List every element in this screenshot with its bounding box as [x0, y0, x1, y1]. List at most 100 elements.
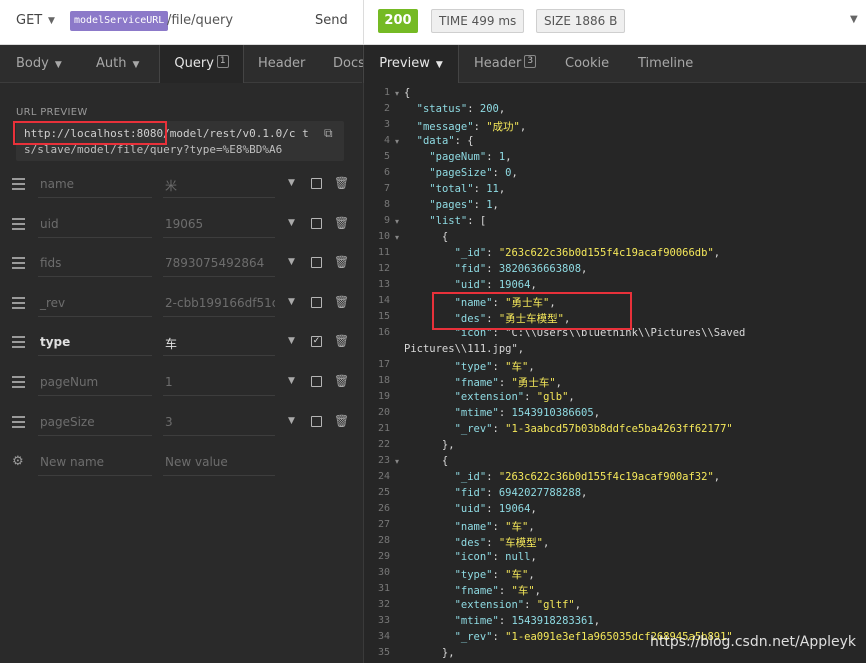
- drag-handle-icon[interactable]: [12, 178, 25, 190]
- chevron-down-icon[interactable]: ▼: [48, 16, 55, 26]
- param-name-input[interactable]: name: [40, 177, 74, 191]
- input-underline: [38, 315, 152, 317]
- line-number: 20: [377, 407, 390, 418]
- param-value-input[interactable]: 2-cbb199166df51c: [165, 296, 275, 310]
- env-variable-tag[interactable]: modelServiceURL: [70, 11, 169, 31]
- input-underline: [38, 236, 152, 238]
- param-name-input[interactable]: _rev: [40, 296, 65, 310]
- line-number: 15: [377, 311, 390, 322]
- top-bar: GET ▼ modelServiceURL /file/query Send 2…: [0, 0, 866, 45]
- enable-checkbox[interactable]: [311, 415, 322, 427]
- param-value-input[interactable]: 车: [165, 335, 275, 352]
- trash-icon[interactable]: 🗑: [334, 176, 349, 190]
- code-line: "type": "车",: [454, 361, 535, 373]
- param-name-input[interactable]: type: [40, 335, 70, 349]
- new-param-row: ⚙ New name New value: [0, 445, 362, 483]
- drag-handle-icon[interactable]: [12, 217, 25, 230]
- code-line: "fname": "勇士车",: [454, 377, 562, 389]
- chevron-down-icon[interactable]: ▼: [288, 218, 295, 228]
- code-line: "des": "车模型",: [454, 537, 550, 549]
- code-line: "fname": "车",: [454, 585, 541, 597]
- fold-toggle-icon[interactable]: ▾: [395, 233, 399, 242]
- code-line: Pictures\\111.jpg",: [404, 343, 525, 355]
- trash-icon[interactable]: 🗑: [334, 334, 349, 348]
- enable-checkbox[interactable]: [311, 217, 322, 229]
- tab-response-header[interactable]: Header 3: [474, 45, 537, 82]
- enable-checkbox[interactable]: [311, 376, 322, 387]
- param-value-input[interactable]: 米: [165, 177, 275, 194]
- drag-handle-icon[interactable]: [12, 257, 25, 270]
- tab-cookie[interactable]: Cookie: [565, 45, 609, 82]
- tab-auth[interactable]: Auth ▼: [96, 45, 139, 82]
- line-number: 3: [383, 119, 390, 130]
- param-name-input[interactable]: fids: [40, 256, 61, 270]
- input-underline: [38, 355, 152, 357]
- code-line: "total": 11,: [429, 183, 506, 195]
- enable-checkbox[interactable]: [311, 296, 322, 308]
- highlight-annotation: [13, 121, 167, 145]
- input-underline: [163, 395, 275, 396]
- drag-handle-icon[interactable]: [12, 415, 25, 428]
- line-number: 19: [377, 391, 390, 402]
- copy-icon[interactable]: ⧉: [324, 126, 333, 141]
- fold-toggle-icon[interactable]: ▾: [395, 137, 399, 146]
- line-number: 30: [377, 567, 390, 578]
- chevron-down-icon[interactable]: ▼: [288, 297, 295, 307]
- tab-preview[interactable]: Preview ▼: [363, 45, 459, 83]
- trash-icon[interactable]: 🗑: [334, 414, 349, 428]
- trash-icon[interactable]: 🗑: [334, 216, 349, 230]
- param-value-input[interactable]: 19065: [165, 217, 275, 231]
- input-underline: [38, 475, 152, 476]
- tab-header[interactable]: Header: [258, 45, 305, 82]
- enable-checkbox[interactable]: [311, 178, 322, 189]
- code-line: "_id": "263c622c36b0d155f4c19acaf90066db…: [454, 247, 721, 259]
- url-path[interactable]: /file/query: [167, 13, 233, 28]
- drag-handle-icon[interactable]: [12, 376, 25, 388]
- line-number: 10: [377, 231, 390, 242]
- input-underline: [163, 197, 275, 198]
- param-value-input[interactable]: 7893075492864: [165, 256, 275, 270]
- code-line: "list": [: [429, 215, 487, 227]
- chevron-down-icon[interactable]: ▼: [288, 376, 295, 386]
- param-value-input[interactable]: 3: [165, 415, 275, 429]
- param-name-input[interactable]: uid: [40, 217, 59, 231]
- query-param-row: _rev 2-cbb199166df51c ▼ 🗑: [0, 286, 362, 324]
- query-param-row: pageSize 3 ▼ 🗑: [0, 405, 362, 443]
- trash-icon[interactable]: 🗑: [334, 374, 349, 388]
- chevron-down-icon[interactable]: ▼: [288, 178, 295, 188]
- chevron-down-icon[interactable]: ▼: [288, 416, 295, 426]
- new-value-input[interactable]: New value: [165, 455, 275, 469]
- chevron-down-icon[interactable]: ▼: [288, 336, 295, 346]
- input-underline: [163, 315, 275, 317]
- chevron-down-icon[interactable]: ▼: [288, 257, 295, 267]
- code-line: {: [404, 231, 449, 243]
- drag-handle-icon[interactable]: [12, 296, 25, 309]
- divider: [363, 0, 364, 44]
- tab-timeline[interactable]: Timeline: [638, 45, 693, 82]
- line-number: 26: [377, 503, 390, 514]
- chevron-down-icon: ▼: [54, 60, 62, 70]
- new-name-input[interactable]: New name: [40, 455, 104, 469]
- tab-body[interactable]: Body ▼: [16, 45, 62, 82]
- param-value-input[interactable]: 1: [165, 375, 275, 389]
- enable-checkbox[interactable]: [311, 257, 322, 269]
- trash-icon[interactable]: 🗑: [334, 295, 349, 309]
- drag-handle-icon[interactable]: [12, 336, 25, 349]
- send-button[interactable]: Send: [315, 13, 348, 28]
- tab-docs[interactable]: Docs: [333, 45, 365, 82]
- chevron-down-icon[interactable]: ▼: [850, 14, 858, 25]
- method-selector[interactable]: GET: [16, 13, 42, 28]
- param-name-input[interactable]: pageSize: [40, 415, 95, 429]
- code-line: "uid": 19064,: [454, 503, 537, 515]
- line-number: 33: [377, 615, 390, 626]
- gear-icon[interactable]: ⚙: [12, 454, 24, 469]
- trash-icon[interactable]: 🗑: [334, 255, 349, 269]
- enable-checkbox[interactable]: ✓: [311, 336, 322, 348]
- tab-query[interactable]: Query 1: [159, 45, 244, 83]
- fold-toggle-icon[interactable]: ▾: [395, 217, 399, 226]
- fold-toggle-icon[interactable]: ▾: [395, 89, 399, 98]
- param-name-input[interactable]: pageNum: [40, 375, 98, 389]
- highlight-annotation: [432, 292, 632, 330]
- line-number: 24: [377, 471, 390, 482]
- fold-toggle-icon[interactable]: ▾: [395, 457, 399, 466]
